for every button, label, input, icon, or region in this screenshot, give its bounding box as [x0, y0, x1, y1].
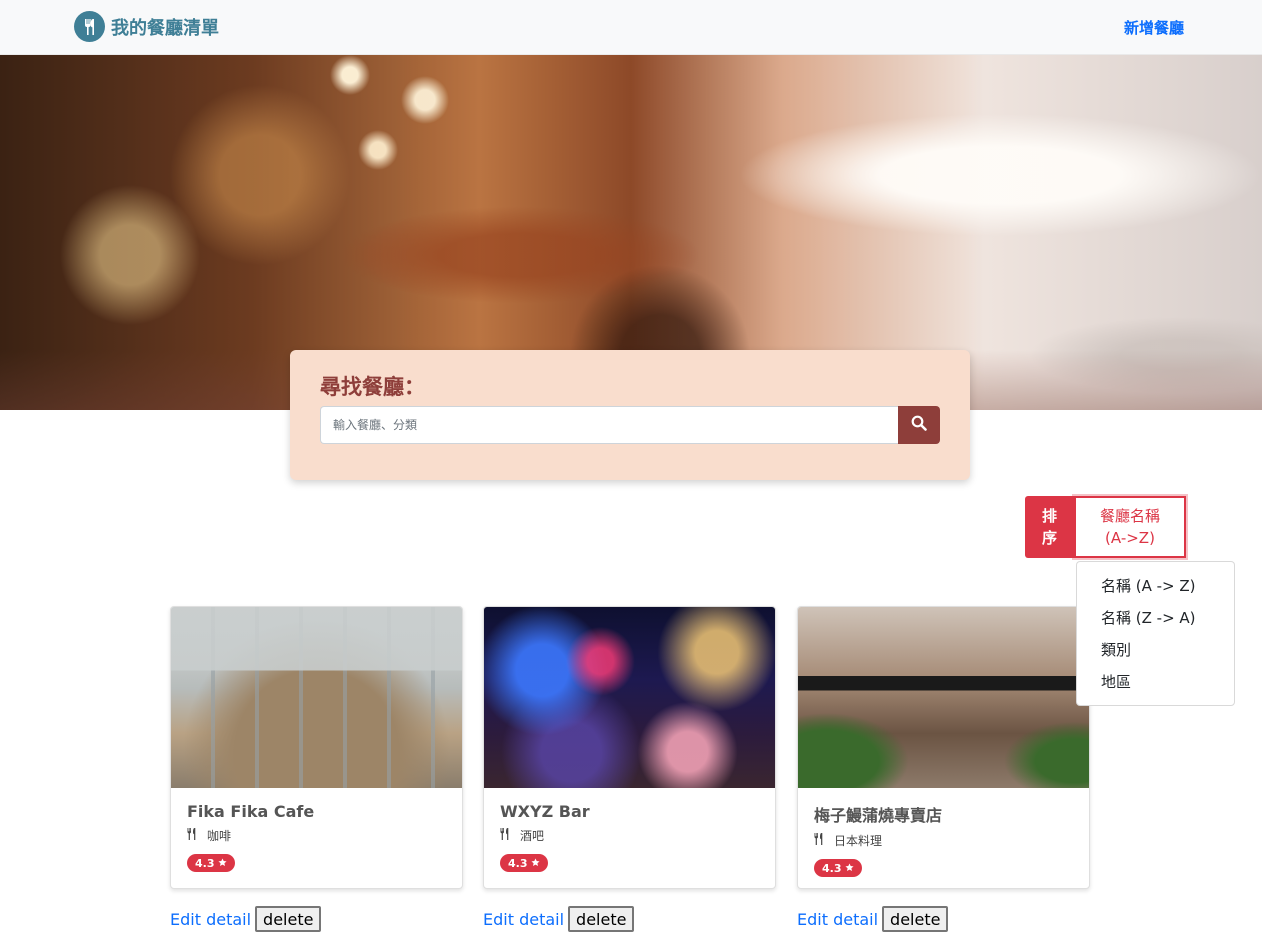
rating-badge: 4.3: [187, 854, 235, 872]
sort-option-name-asc[interactable]: 名稱 (A -> Z): [1077, 570, 1234, 602]
edit-detail-link[interactable]: Edit detail: [797, 908, 878, 932]
sort-option-category[interactable]: 類別: [1077, 634, 1234, 666]
restaurant-name: WXYZ Bar: [500, 802, 590, 821]
star-icon: [217, 857, 227, 870]
rating-badge: 4.3: [814, 859, 862, 877]
card-actions: Edit detail delete: [483, 906, 635, 932]
sort-control: 排 序 餐廳名稱 (A->Z): [1025, 496, 1186, 558]
brand-link[interactable]: 我的餐廳清單: [74, 11, 219, 42]
edit-detail-link[interactable]: Edit detail: [170, 908, 251, 932]
sort-option-name-desc[interactable]: 名稱 (Z -> A): [1077, 602, 1234, 634]
restaurant-category: 日本料理: [814, 832, 1073, 849]
star-icon: [844, 862, 854, 875]
utensils-icon: [187, 828, 197, 843]
utensils-icon: [74, 11, 105, 42]
restaurant-category: 咖啡: [187, 827, 446, 844]
search-input[interactable]: [320, 406, 899, 444]
edit-detail-link[interactable]: Edit detail: [483, 908, 564, 932]
restaurant-name: Fika Fika Cafe: [187, 802, 315, 821]
sort-dropdown-menu: 名稱 (A -> Z) 名稱 (Z -> A) 類別 地區: [1076, 561, 1235, 706]
restaurant-photo: [484, 607, 775, 788]
restaurant-photo: [171, 607, 462, 788]
search-button[interactable]: [898, 406, 940, 444]
delete-button[interactable]: delete: [568, 906, 635, 932]
navbar: 我的餐廳清單 新增餐廳: [0, 0, 1262, 55]
restaurant-photo: [798, 607, 1089, 788]
add-restaurant-link[interactable]: 新增餐廳: [1124, 17, 1184, 38]
utensils-icon: [814, 833, 824, 848]
card-actions: Edit detail delete: [797, 906, 949, 932]
brand-title: 我的餐廳清單: [111, 17, 219, 39]
star-icon: [530, 857, 540, 870]
restaurant-card[interactable]: Fika Fika Cafe 咖啡 4.3: [170, 606, 463, 889]
delete-button[interactable]: delete: [882, 906, 949, 932]
restaurant-card[interactable]: WXYZ Bar 酒吧 4.3: [483, 606, 776, 889]
utensils-icon: [500, 828, 510, 843]
search-icon: [911, 415, 927, 435]
restaurant-name: 梅子鰻蒲燒專賣店: [814, 806, 943, 825]
sort-dropdown-toggle[interactable]: 餐廳名稱 (A->Z): [1074, 496, 1186, 558]
card-actions: Edit detail delete: [170, 906, 322, 932]
delete-button[interactable]: delete: [255, 906, 322, 932]
restaurant-category: 酒吧: [500, 827, 759, 844]
search-panel: 尋找餐廳：: [290, 350, 970, 480]
sort-option-location[interactable]: 地區: [1077, 666, 1234, 698]
restaurant-card[interactable]: 梅子鰻蒲燒專賣店 日本料理 4.3: [797, 606, 1090, 889]
search-title: 尋找餐廳：: [320, 375, 425, 399]
rating-badge: 4.3: [500, 854, 548, 872]
sort-label: 排 序: [1025, 496, 1074, 558]
